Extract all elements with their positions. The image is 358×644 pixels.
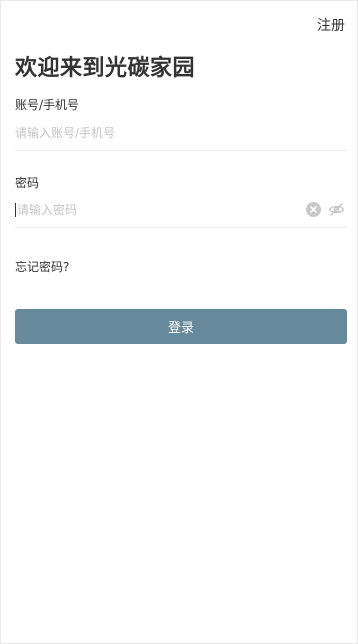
forgot-password-link[interactable]: 忘记密码? <box>15 258 69 275</box>
password-input[interactable] <box>15 192 297 227</box>
clear-icon[interactable] <box>306 202 321 217</box>
password-label: 密码 <box>15 176 40 190</box>
app-frame: 注册 欢迎来到光碳家园 账号/手机号 密码 忘记密码? 登录 <box>0 0 358 644</box>
page-title: 欢迎来到光碳家园 <box>15 56 196 81</box>
account-field-row <box>15 115 347 151</box>
password-field-row <box>15 192 347 228</box>
account-input[interactable] <box>15 115 347 150</box>
register-link[interactable]: 注册 <box>317 15 345 35</box>
eye-slash-icon[interactable] <box>328 201 345 218</box>
login-button[interactable]: 登录 <box>15 309 347 344</box>
account-label: 账号/手机号 <box>15 98 80 112</box>
